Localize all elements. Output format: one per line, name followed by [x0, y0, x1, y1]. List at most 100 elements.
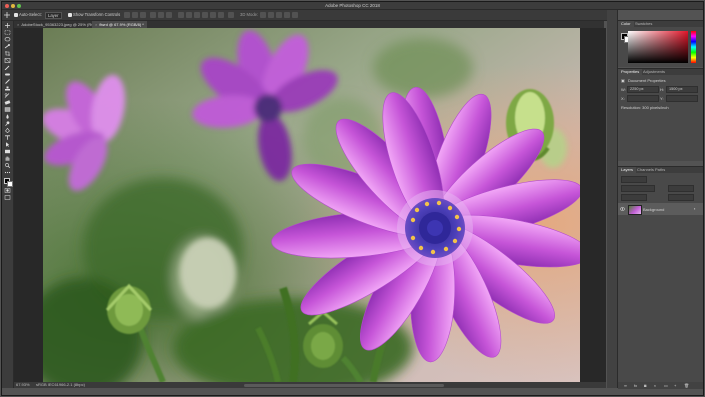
distribute-middle-icon[interactable] [186, 12, 192, 18]
background-color-swatch[interactable] [7, 181, 13, 187]
tab-label: flwrd @ 67.9% (RGB/8) * [99, 22, 144, 27]
align-middle-icon[interactable] [132, 12, 138, 18]
distribute-top-icon[interactable] [178, 12, 184, 18]
zoom-tool-icon[interactable] [4, 163, 11, 168]
healing-brush-tool-icon[interactable] [4, 72, 11, 77]
hand-tool-icon[interactable] [4, 156, 11, 161]
edit-toolbar-icon[interactable] [4, 170, 11, 175]
adjustment-layer-icon[interactable]: ◐ [654, 383, 656, 388]
align-center-icon[interactable] [158, 12, 164, 18]
tab-label: AdobeStock_95363223.jpeg @ 25% (RGB/8) [21, 22, 102, 27]
close-tab-icon[interactable]: × [95, 22, 97, 27]
tab-properties[interactable]: Properties [618, 69, 643, 75]
lasso-tool-icon[interactable] [4, 37, 11, 42]
checkbox-icon [14, 12, 18, 17]
document-info[interactable]: sRGB IEC61966-2.1 (8bpc) [36, 382, 85, 388]
auto-select-dropdown[interactable]: Layer [45, 12, 63, 19]
move-tool-icon[interactable] [4, 23, 11, 28]
3d-scale-icon[interactable] [292, 12, 298, 18]
document-tab-active[interactable]: × flwrd @ 67.9% (RGB/8) * [92, 21, 147, 28]
properties-panel: Properties Adjustments ▣ Document Proper… [618, 68, 703, 161]
history-brush-tool-icon[interactable] [4, 93, 11, 98]
x-field[interactable] [627, 95, 659, 102]
type-tool-icon[interactable] [4, 135, 11, 140]
auto-align-icon[interactable] [228, 12, 234, 18]
gradient-tool-icon[interactable] [4, 107, 11, 112]
tab-adjustments[interactable]: Adjustments [640, 69, 668, 75]
path-selection-tool-icon[interactable] [4, 142, 11, 147]
frame-tool-icon[interactable] [4, 58, 11, 63]
auto-select-value: Layer [45, 12, 63, 19]
width-label: W: [621, 87, 626, 92]
properties-panel-tabs: Properties Adjustments [618, 69, 703, 75]
screen-mode-icon[interactable] [4, 195, 11, 200]
hue-slider[interactable] [691, 31, 696, 63]
3d-mode-label: 3D Mode: [240, 12, 259, 17]
quick-selection-tool-icon[interactable] [4, 44, 11, 49]
clone-stamp-tool-icon[interactable] [4, 86, 11, 91]
dodge-tool-icon[interactable] [4, 121, 11, 126]
fill-field[interactable] [668, 194, 694, 201]
mask-icon[interactable]: ◙ [644, 383, 646, 388]
y-label: Y: [660, 96, 664, 101]
marquee-tool-icon[interactable] [4, 30, 11, 35]
options-bar: Auto-Select: Layer Show Transform Contro… [2, 10, 703, 21]
trash-icon[interactable]: 🗑 [684, 383, 689, 388]
link-layers-icon[interactable]: ∞ [624, 383, 627, 388]
layer-name: Background [643, 207, 665, 212]
flower-photo[interactable] [43, 28, 580, 382]
width-field[interactable]: 2250 px [627, 86, 659, 93]
align-left-icon[interactable] [150, 12, 156, 18]
color-panel-tabs: Color Swatches [618, 21, 703, 27]
distribute-right-icon[interactable] [218, 12, 224, 18]
distribute-bottom-icon[interactable] [194, 12, 200, 18]
brush-tool-icon[interactable] [4, 79, 11, 84]
new-layer-icon[interactable]: + [674, 383, 676, 388]
show-transform-checkbox[interactable]: Show Transform Controls [68, 12, 120, 18]
distribute-center-icon[interactable] [210, 12, 216, 18]
eraser-tool-icon[interactable] [4, 100, 11, 105]
color-picker-field[interactable] [628, 31, 688, 63]
auto-select-checkbox[interactable]: Auto-Select: [14, 12, 42, 18]
opacity-field[interactable] [668, 185, 694, 192]
lock-icon: ▪ [694, 206, 696, 211]
layers-panel-tabs: Layers Channels Paths [618, 167, 703, 173]
show-transform-label: Show Transform Controls [73, 12, 121, 17]
3d-roll-icon[interactable] [268, 12, 274, 18]
tab-paths[interactable]: Paths [652, 167, 668, 173]
3d-pan-icon[interactable] [276, 12, 282, 18]
height-field[interactable]: 1500 px [666, 86, 698, 93]
new-group-icon[interactable]: ▭ [664, 383, 668, 388]
title-bar: Adobe Photoshop CC 2018 [2, 2, 703, 10]
pen-tool-icon[interactable] [4, 128, 11, 133]
align-right-icon[interactable] [166, 12, 172, 18]
3d-slide-icon[interactable] [284, 12, 290, 18]
tab-swatches[interactable]: Swatches [632, 21, 655, 27]
lock-controls[interactable] [621, 194, 647, 201]
move-tool-icon[interactable] [4, 12, 10, 18]
3d-orbit-icon[interactable] [260, 12, 266, 18]
align-bottom-icon[interactable] [140, 12, 146, 18]
fx-icon[interactable]: fx [634, 383, 637, 388]
distribute-left-icon[interactable] [202, 12, 208, 18]
rectangle-tool-icon[interactable] [4, 149, 11, 154]
close-tab-icon[interactable]: × [17, 22, 19, 27]
layer-row-background[interactable]: Background ▪ [618, 203, 703, 215]
checkbox-icon [68, 12, 72, 17]
horizontal-scrollbar[interactable] [244, 383, 444, 387]
blend-mode-dropdown[interactable] [621, 185, 655, 192]
blur-tool-icon[interactable] [4, 114, 11, 119]
panel-dock-strip [607, 10, 618, 388]
y-field[interactable] [666, 95, 698, 102]
quick-mask-icon[interactable] [4, 188, 11, 193]
eye-icon[interactable] [619, 207, 626, 211]
align-top-icon[interactable] [124, 12, 130, 18]
zoom-level[interactable]: 67.93% [16, 382, 30, 388]
eyedropper-tool-icon[interactable] [4, 65, 11, 70]
document-properties-icon: ▣ [621, 78, 625, 83]
document-canvas[interactable] [14, 28, 606, 382]
properties-section-title: Document Properties [628, 78, 666, 83]
color-panel: Color Swatches [618, 20, 703, 67]
crop-tool-icon[interactable] [4, 51, 11, 56]
layer-filter-dropdown[interactable] [621, 176, 647, 183]
